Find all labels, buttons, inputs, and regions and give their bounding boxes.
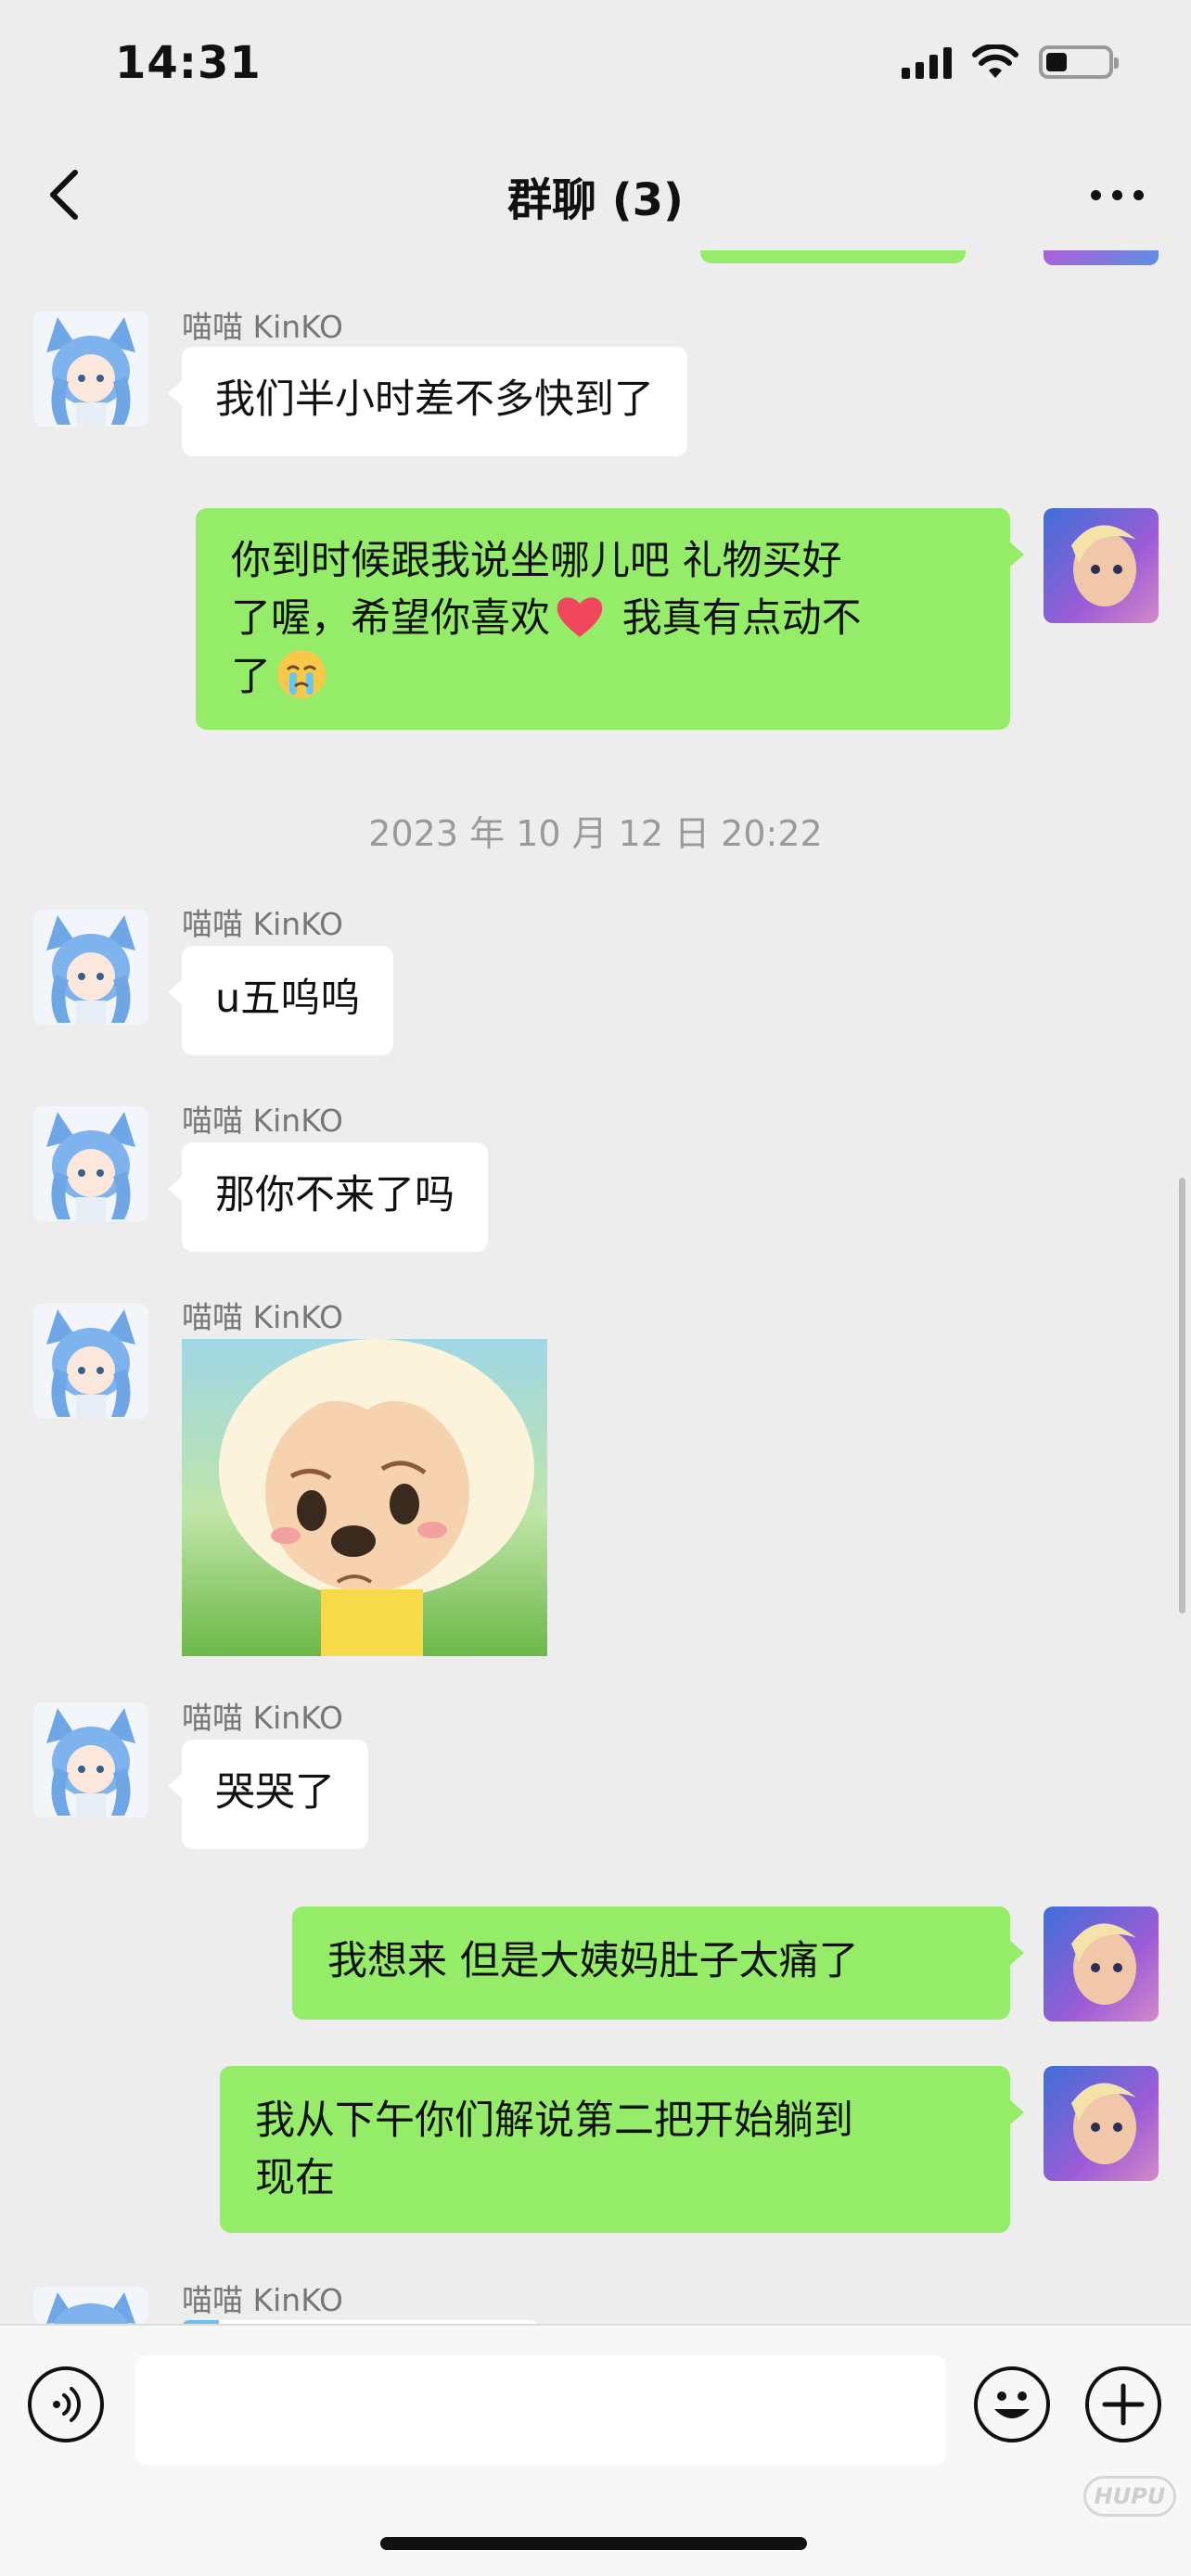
message-input[interactable] [135,2355,946,2465]
avatar-kinko[interactable] [33,910,148,1025]
more-dot [1111,189,1122,200]
chat-screen: 14:31 群聊 (3) 喵喵 KinKO 我们半小时差不多快到了 你到时候跟我… [0,0,1191,2576]
voice-icon [53,2387,82,2422]
avatar-self[interactable] [1044,1906,1159,2021]
message-text-line: 了喔，希望你喜欢 我真有点动不 [231,590,975,647]
wifi-icon [972,45,1018,78]
scrollbar[interactable] [1179,1178,1185,1613]
more-button[interactable] [1080,176,1154,213]
message-bubble[interactable]: 你到时候跟我说坐哪儿吧 礼物买好 了喔，希望你喜欢 我真有点动不 了 [196,508,1024,730]
avatar-kinko[interactable] [33,312,148,427]
message-bubble[interactable]: 哭哭了 [168,1740,368,1849]
message-text: 我从下午你们解说第二把开始躺到 [255,2098,853,2144]
message-text: 那你不来了吗 [215,1172,455,1218]
watermark-logo: HUPU [1083,2476,1176,2517]
message-bubble[interactable]: 那你不来了吗 [168,1142,488,1252]
sender-name: 喵喵 KinKO [182,1103,344,1139]
page-title: 群聊 (3) [507,174,684,226]
chat-area[interactable]: 喵喵 KinKO 我们半小时差不多快到了 你到时候跟我说坐哪儿吧 礼物买好 了喔… [0,250,1191,2324]
battery-icon [1039,45,1119,79]
sticker-image[interactable] [182,1339,547,1656]
message-text: 你到时候跟我说坐哪儿吧 礼物买好 [231,538,842,584]
partial-avatar [1044,250,1159,265]
sender-name: 喵喵 KinKO [182,1700,344,1736]
message-text: 现在 [255,2155,335,2201]
avatar-kinko[interactable] [33,1702,148,1817]
message-bubble[interactable]: 我从下午你们解说第二把开始躺到 现在 [220,2066,1024,2233]
message-bubble[interactable]: 我们半小时差不多快到了 [168,347,687,456]
sender-name: 喵喵 KinKO [182,309,344,345]
emoji-button[interactable] [974,2366,1050,2442]
home-indicator[interactable] [380,2537,807,2550]
emoji-icon [994,2391,1030,2418]
partial-message-bubble [700,250,966,263]
sender-name: 喵喵 KinKO [182,906,344,942]
message-text-line: 了 [231,647,975,706]
plus-icon [1102,2383,1145,2426]
timestamp: 2023 年 10 月 12 日 20:22 [368,813,823,854]
voice-button[interactable] [28,2366,104,2442]
sender-name: 喵喵 KinKO [182,1299,344,1335]
avatar-self[interactable] [1044,2066,1159,2181]
avatar-kinko[interactable] [33,1106,148,1221]
status-time: 14:31 [115,37,262,89]
message-bubble[interactable]: u五呜呜 [167,946,394,1055]
sender-name: 喵喵 KinKO [182,2282,344,2318]
avatar-kinko[interactable] [33,2287,148,2324]
avatar-self[interactable] [1044,508,1159,623]
heart-emoji-icon [557,597,603,637]
message-text: 我想来 但是大姨妈肚子太痛了 [327,1938,859,1984]
status-icons [902,45,1119,80]
nav-bar: 群聊 (3) [0,139,1191,250]
cry-emoji-icon [277,650,326,698]
plus-button[interactable] [1085,2366,1161,2442]
message-text: 我们半小时差不多快到了 [215,376,654,423]
message-text: u五呜呜 [215,976,361,1022]
avatar-kinko[interactable] [33,1304,148,1419]
message-bubble[interactable]: 我想来 但是大姨妈肚子太痛了 [292,1906,1024,2020]
more-dot [1090,189,1101,200]
more-dot [1133,189,1144,200]
signal-icon [902,45,952,79]
message-text: 哭哭了 [215,1769,335,1816]
